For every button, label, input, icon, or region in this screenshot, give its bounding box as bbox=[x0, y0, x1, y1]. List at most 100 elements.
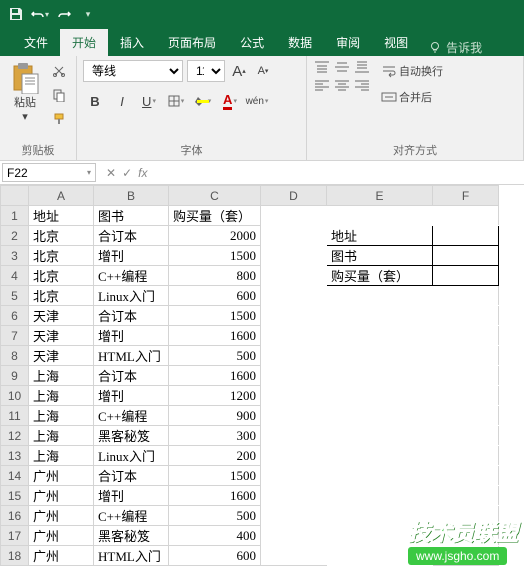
merge-center-button[interactable]: 合并后 bbox=[381, 86, 443, 108]
cell[interactable] bbox=[433, 266, 499, 286]
cell[interactable] bbox=[261, 366, 327, 386]
cell[interactable]: 合订本 bbox=[94, 306, 169, 326]
tab-insert[interactable]: 插入 bbox=[108, 29, 156, 56]
cell[interactable]: 1600 bbox=[169, 486, 261, 506]
col-header-A[interactable]: A bbox=[29, 186, 94, 206]
cell[interactable]: 图书 bbox=[94, 206, 169, 226]
cell[interactable] bbox=[433, 326, 499, 346]
name-box[interactable]: ▾ bbox=[2, 163, 96, 182]
cell[interactable]: 500 bbox=[169, 346, 261, 366]
tab-formula[interactable]: 公式 bbox=[228, 29, 276, 56]
cell[interactable]: 500 bbox=[169, 506, 261, 526]
align-bottom-button[interactable] bbox=[353, 60, 371, 74]
cell[interactable]: 上海 bbox=[29, 426, 94, 446]
cell[interactable] bbox=[261, 386, 327, 406]
row-header[interactable]: 10 bbox=[1, 386, 29, 406]
cell[interactable] bbox=[327, 466, 433, 486]
cell[interactable] bbox=[433, 506, 499, 526]
formula-input[interactable] bbox=[155, 161, 524, 184]
cell[interactable]: 600 bbox=[169, 546, 261, 566]
cell[interactable] bbox=[327, 306, 433, 326]
row-header[interactable]: 8 bbox=[1, 346, 29, 366]
enter-formula-icon[interactable]: ✓ bbox=[122, 166, 132, 180]
col-header-E[interactable]: E bbox=[327, 186, 433, 206]
cell[interactable]: 广州 bbox=[29, 546, 94, 566]
col-header-B[interactable]: B bbox=[94, 186, 169, 206]
align-right-button[interactable] bbox=[353, 78, 371, 92]
cell[interactable] bbox=[327, 426, 433, 446]
col-header-corner[interactable] bbox=[1, 186, 29, 206]
cell[interactable]: 地址 bbox=[327, 226, 433, 246]
cell[interactable]: 天津 bbox=[29, 326, 94, 346]
cell[interactable]: C++编程 bbox=[94, 406, 169, 426]
cell[interactable] bbox=[433, 226, 499, 246]
cell[interactable] bbox=[433, 206, 499, 226]
cell[interactable] bbox=[433, 446, 499, 466]
cell[interactable]: 2000 bbox=[169, 226, 261, 246]
cell[interactable]: Linux入门 bbox=[94, 446, 169, 466]
cell[interactable]: Linux入门 bbox=[94, 286, 169, 306]
col-header-F[interactable]: F bbox=[433, 186, 499, 206]
name-box-dropdown-icon[interactable]: ▾ bbox=[87, 168, 91, 177]
cell[interactable] bbox=[261, 306, 327, 326]
phonetic-button[interactable]: wén▾ bbox=[245, 90, 269, 112]
italic-button[interactable]: I bbox=[110, 90, 134, 112]
tell-me[interactable]: 告诉我 bbox=[420, 39, 490, 56]
cell[interactable] bbox=[327, 346, 433, 366]
cell[interactable] bbox=[261, 486, 327, 506]
cell[interactable] bbox=[261, 466, 327, 486]
cell[interactable]: 800 bbox=[169, 266, 261, 286]
cell[interactable]: 合订本 bbox=[94, 226, 169, 246]
tab-home[interactable]: 开始 bbox=[60, 29, 108, 56]
cell[interactable]: 购买量（套） bbox=[169, 206, 261, 226]
cell[interactable]: 合订本 bbox=[94, 366, 169, 386]
undo-icon[interactable]: ▾ bbox=[30, 4, 50, 24]
cell[interactable]: 黑客秘笈 bbox=[94, 426, 169, 446]
font-name-select[interactable]: 等线 bbox=[83, 60, 183, 82]
cell[interactable] bbox=[433, 366, 499, 386]
cell[interactable]: 1600 bbox=[169, 326, 261, 346]
cell[interactable]: 北京 bbox=[29, 226, 94, 246]
cell[interactable]: 广州 bbox=[29, 526, 94, 546]
row-header[interactable]: 11 bbox=[1, 406, 29, 426]
cell[interactable]: 上海 bbox=[29, 406, 94, 426]
row-header[interactable]: 4 bbox=[1, 266, 29, 286]
cell[interactable]: 天津 bbox=[29, 346, 94, 366]
cell[interactable] bbox=[261, 546, 327, 566]
row-header[interactable]: 17 bbox=[1, 526, 29, 546]
cell[interactable]: 200 bbox=[169, 446, 261, 466]
cell[interactable]: 黑客秘笈 bbox=[94, 526, 169, 546]
underline-button[interactable]: U▾ bbox=[137, 90, 161, 112]
border-button[interactable]: ▾ bbox=[164, 90, 188, 112]
cell[interactable] bbox=[433, 246, 499, 266]
cell[interactable]: 1500 bbox=[169, 466, 261, 486]
cell[interactable]: 1200 bbox=[169, 386, 261, 406]
row-header[interactable]: 9 bbox=[1, 366, 29, 386]
cell[interactable] bbox=[433, 426, 499, 446]
align-left-button[interactable] bbox=[313, 78, 331, 92]
cell[interactable]: 增刊 bbox=[94, 246, 169, 266]
fill-color-button[interactable]: ▾ bbox=[191, 90, 215, 112]
cell[interactable] bbox=[433, 526, 499, 546]
wrap-text-button[interactable]: 自动换行 bbox=[381, 60, 443, 82]
cell[interactable]: HTML入门 bbox=[94, 546, 169, 566]
fx-icon[interactable]: fx bbox=[138, 166, 147, 180]
cell[interactable]: HTML入门 bbox=[94, 346, 169, 366]
align-center-button[interactable] bbox=[333, 78, 351, 92]
cell[interactable] bbox=[327, 386, 433, 406]
cell[interactable]: 北京 bbox=[29, 266, 94, 286]
cell[interactable] bbox=[433, 546, 499, 566]
cell[interactable] bbox=[261, 446, 327, 466]
row-header[interactable]: 13 bbox=[1, 446, 29, 466]
cell[interactable]: 广州 bbox=[29, 466, 94, 486]
cell[interactable]: 购买量（套） bbox=[327, 266, 433, 286]
cell[interactable] bbox=[327, 326, 433, 346]
cell[interactable] bbox=[433, 406, 499, 426]
cell[interactable]: 天津 bbox=[29, 306, 94, 326]
cell[interactable] bbox=[327, 446, 433, 466]
tab-data[interactable]: 数据 bbox=[276, 29, 324, 56]
font-size-select[interactable]: 11 bbox=[187, 60, 225, 82]
cell[interactable]: 图书 bbox=[327, 246, 433, 266]
cell[interactable]: 1600 bbox=[169, 366, 261, 386]
bold-button[interactable]: B bbox=[83, 90, 107, 112]
